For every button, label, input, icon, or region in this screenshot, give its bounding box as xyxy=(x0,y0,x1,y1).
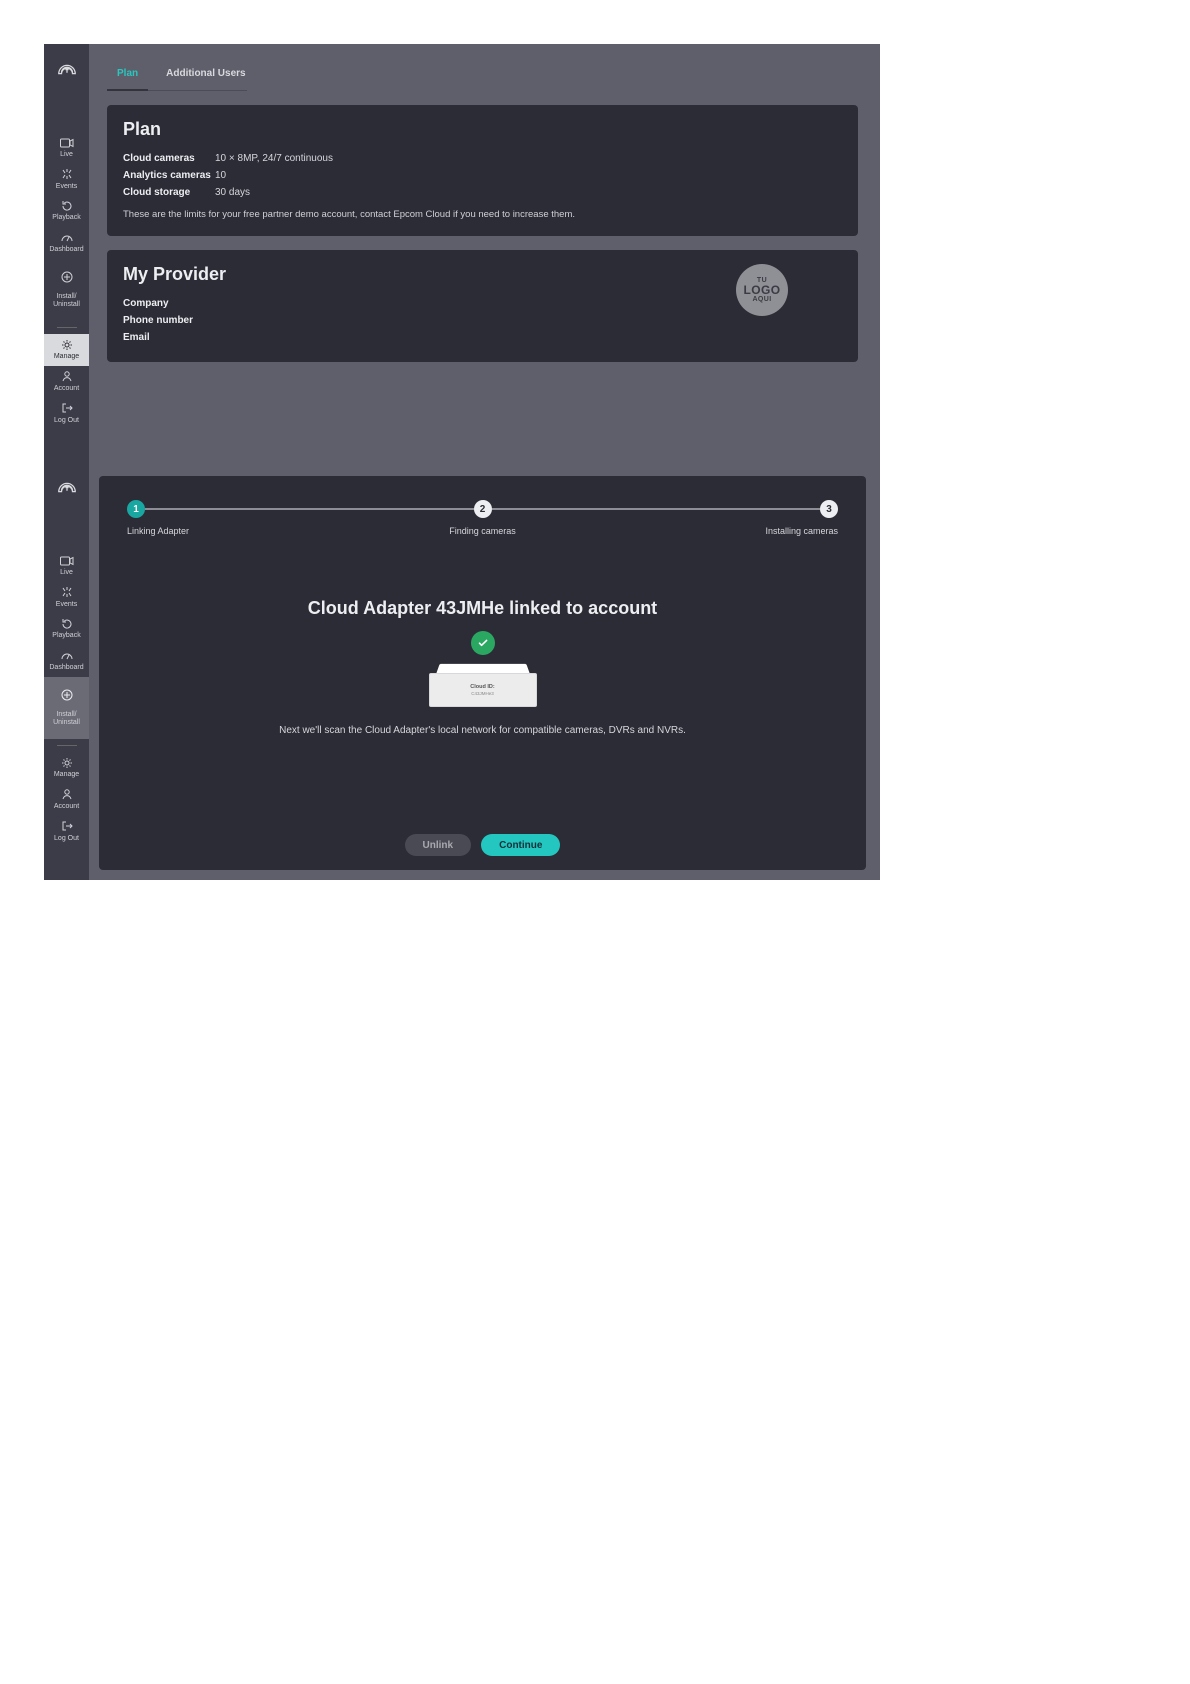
sidebar-divider xyxy=(57,745,77,746)
sidebar-divider xyxy=(57,327,77,328)
plan-note: These are the limits for your free partn… xyxy=(123,209,842,220)
sidebar-item-label: Dashboard xyxy=(44,664,89,672)
step-label: Linking Adapter xyxy=(127,526,247,536)
provider-title: My Provider xyxy=(123,264,682,285)
sidebar-item-label: Manage xyxy=(44,771,89,779)
provider-row: Company xyxy=(123,295,682,312)
plan-value: 10 xyxy=(215,167,226,184)
wizard-heading: Cloud Adapter 43JMHe linked to account xyxy=(127,598,838,619)
sidebar-item-install[interactable]: Install/ Uninstall xyxy=(44,259,89,321)
sidebar-item-label: Events xyxy=(44,183,89,191)
plan-card: Plan Cloud cameras 10 × 8MP, 24/7 contin… xyxy=(107,105,858,236)
sidebar-item-label: Log Out xyxy=(44,417,89,425)
provider-logo-placeholder: TU LOGO AQUI xyxy=(736,264,788,316)
step-line xyxy=(492,508,821,510)
plan-value: 10 × 8MP, 24/7 continuous xyxy=(215,150,333,167)
adapter-id: C43JMHe3 xyxy=(471,691,494,696)
sidebar-item-dashboard[interactable]: Dashboard xyxy=(44,645,89,677)
sidebar-item-playback[interactable]: Playback xyxy=(44,195,89,227)
sidebar-item-account[interactable]: Account xyxy=(44,784,89,816)
sidebar-item-logout[interactable]: Log Out xyxy=(44,398,89,430)
step-dot-2: 2 xyxy=(474,500,492,518)
provider-row: Email xyxy=(123,329,682,346)
provider-card: My Provider Company Phone number Email T… xyxy=(107,250,858,362)
gear-icon xyxy=(44,756,89,769)
provider-row: Phone number xyxy=(123,312,682,329)
check-circle-icon xyxy=(471,631,495,655)
step-line xyxy=(145,508,474,510)
sidebar-item-events[interactable]: Events xyxy=(44,164,89,196)
sidebar-item-label: Manage xyxy=(44,353,89,361)
logout-icon xyxy=(44,820,89,833)
sidebar-item-manage[interactable]: Manage xyxy=(44,334,89,366)
sidebar-item-manage[interactable]: Manage xyxy=(44,752,89,784)
sidebar: Live Events Playback Dashboard Install/ … xyxy=(44,44,89,462)
sidebar-item-playback[interactable]: Playback xyxy=(44,613,89,645)
gear-icon xyxy=(44,338,89,351)
sidebar-item-logout[interactable]: Log Out xyxy=(44,816,89,848)
tabs: Plan Additional Users xyxy=(99,54,866,91)
sidebar-item-label: Events xyxy=(44,601,89,609)
playback-icon xyxy=(44,617,89,630)
sidebar-item-label: Live xyxy=(44,151,89,159)
continue-button[interactable]: Continue xyxy=(481,834,560,856)
sidebar-item-live[interactable]: Live xyxy=(44,550,89,582)
sidebar-item-events[interactable]: Events xyxy=(44,582,89,614)
sidebar: Live Events Playback Dashboard Install/ … xyxy=(44,462,89,880)
sidebar-item-install[interactable]: Install/ Uninstall xyxy=(44,677,89,739)
brand-logo xyxy=(55,58,79,82)
step-dot-1: 1 xyxy=(127,500,145,518)
plan-row: Analytics cameras 10 xyxy=(123,167,842,184)
sidebar-item-label: Live xyxy=(44,569,89,577)
user-icon xyxy=(44,788,89,801)
unlink-button[interactable]: Unlink xyxy=(405,834,472,856)
plan-key: Cloud storage xyxy=(123,184,215,201)
plan-value: 30 days xyxy=(215,184,250,201)
gauge-icon xyxy=(44,231,89,244)
plan-row: Cloud cameras 10 × 8MP, 24/7 continuous xyxy=(123,150,842,167)
camera-icon xyxy=(44,136,89,149)
playback-icon xyxy=(44,199,89,212)
sidebar-item-dashboard[interactable]: Dashboard xyxy=(44,227,89,259)
sidebar-item-label: Install/ Uninstall xyxy=(44,293,89,308)
sidebar-item-account[interactable]: Account xyxy=(44,366,89,398)
events-icon xyxy=(44,168,89,181)
plan-key: Cloud cameras xyxy=(123,150,215,167)
wizard-subtext: Next we'll scan the Cloud Adapter's loca… xyxy=(127,725,838,736)
logo-line: LOGO xyxy=(744,284,781,296)
plus-circle-icon xyxy=(44,270,89,283)
wizard-card: 1 2 3 Linking Adapter Finding cameras In… xyxy=(99,476,866,870)
step-dot-3: 3 xyxy=(820,500,838,518)
logo-line: AQUI xyxy=(752,296,771,303)
stepper: 1 2 3 xyxy=(127,500,838,518)
sidebar-item-live[interactable]: Live xyxy=(44,132,89,164)
sidebar-item-label: Account xyxy=(44,385,89,393)
sidebar-item-label: Playback xyxy=(44,214,89,222)
tab-plan[interactable]: Plan xyxy=(107,60,148,91)
sidebar-item-label: Dashboard xyxy=(44,246,89,254)
step-label: Finding cameras xyxy=(423,526,543,536)
plus-circle-icon xyxy=(44,688,89,701)
provider-key: Company xyxy=(123,295,215,312)
plan-title: Plan xyxy=(123,119,842,140)
plan-key: Analytics cameras xyxy=(123,167,215,184)
brand-logo xyxy=(55,476,79,500)
gauge-icon xyxy=(44,649,89,662)
sidebar-item-label: Log Out xyxy=(44,835,89,843)
sidebar-item-label: Account xyxy=(44,803,89,811)
sidebar-item-label: Install/ Uninstall xyxy=(44,711,89,726)
adapter-label: Cloud ID: xyxy=(470,684,494,690)
events-icon xyxy=(44,586,89,599)
user-icon xyxy=(44,370,89,383)
provider-key: Phone number xyxy=(123,312,215,329)
step-label: Installing cameras xyxy=(718,526,838,536)
adapter-image: Cloud ID: C43JMHe3 xyxy=(429,661,537,707)
plan-row: Cloud storage 30 days xyxy=(123,184,842,201)
step-labels: Linking Adapter Finding cameras Installi… xyxy=(127,526,838,536)
tab-additional-users[interactable]: Additional Users xyxy=(156,60,255,91)
sidebar-item-label: Playback xyxy=(44,632,89,640)
camera-icon xyxy=(44,554,89,567)
logout-icon xyxy=(44,402,89,415)
provider-key: Email xyxy=(123,329,215,346)
